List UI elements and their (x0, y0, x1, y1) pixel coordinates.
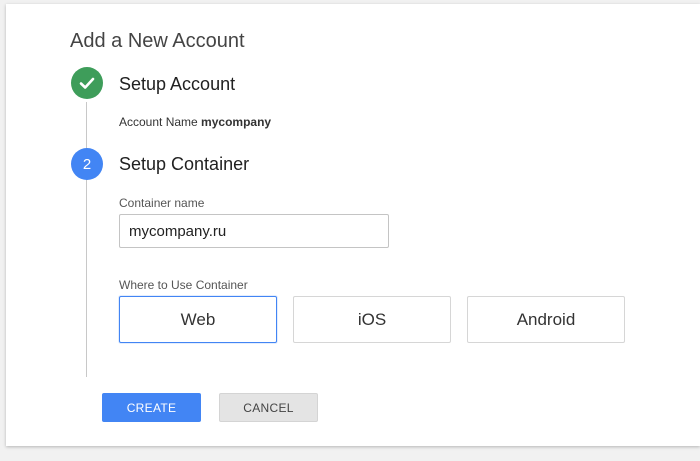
platform-option-ios[interactable]: iOS (293, 296, 451, 343)
step-number: 2 (82, 155, 92, 173)
platform-option-web[interactable]: Web (119, 296, 277, 343)
step-title-setup-account: Setup Account (119, 74, 236, 94)
page-title: Add a New Account (70, 30, 245, 52)
where-to-use-label: Where to Use Container (119, 278, 248, 292)
step-complete-indicator (71, 67, 103, 99)
step-title-setup-container: Setup Container (119, 154, 250, 174)
platform-option-android[interactable]: Android (467, 296, 625, 343)
check-icon (79, 77, 95, 89)
step-number-indicator: 2 (71, 148, 103, 180)
account-name-summary: Account Name mycompany (119, 115, 271, 129)
create-button[interactable]: CREATE (102, 393, 201, 422)
container-name-input[interactable] (119, 214, 389, 248)
account-name-label: Account Name (119, 115, 198, 129)
container-name-label: Container name (119, 196, 205, 210)
stepper-line (86, 102, 87, 377)
account-name-value: mycompany (201, 115, 272, 129)
new-account-card: Add a New Account Setup Account Account … (6, 4, 700, 446)
cancel-button[interactable]: CANCEL (219, 393, 318, 422)
